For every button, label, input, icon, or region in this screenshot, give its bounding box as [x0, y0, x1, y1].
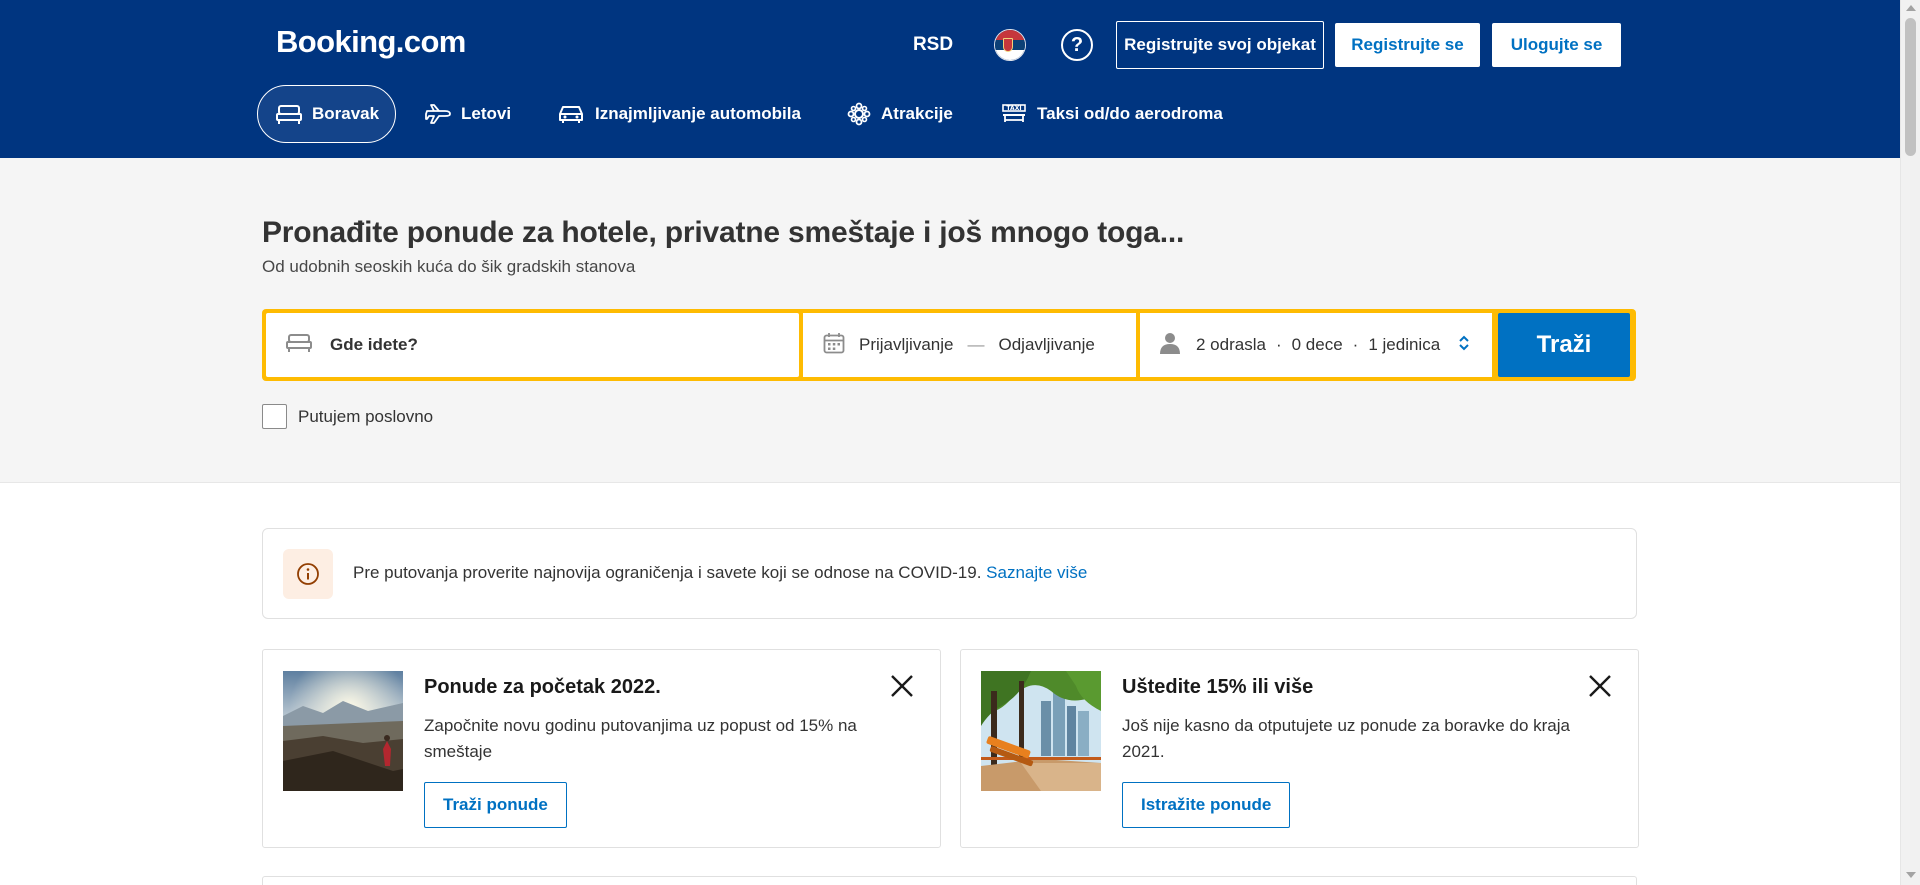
- nav-tab-stays[interactable]: Boravak: [257, 85, 396, 143]
- scroll-up-arrow-icon[interactable]: [1906, 5, 1916, 11]
- page-subtitle: Od udobnih seoskih kuća do šik gradskih …: [262, 257, 636, 276]
- help-button[interactable]: ?: [1052, 20, 1102, 70]
- covid-message: Pre putovanja proverite najnovija ograni…: [353, 563, 1087, 583]
- search-deals-button[interactable]: Traži ponude: [424, 782, 567, 828]
- next-section-card: [262, 876, 1637, 885]
- promo-title: Ponude za početak 2022.: [424, 676, 661, 698]
- page-title: Pronađite ponude za hotele, privatne sme…: [262, 216, 1185, 249]
- bed-icon: [286, 333, 312, 358]
- language-button[interactable]: [985, 20, 1035, 70]
- business-travel-checkbox[interactable]: [262, 404, 287, 429]
- date-separator: —: [967, 335, 985, 354]
- covid-text: Pre putovanja proverite najnovija ograni…: [353, 563, 982, 582]
- business-travel-label: Putujem poslovno: [298, 406, 434, 426]
- plane-icon: [425, 103, 451, 125]
- site-header: Booking.com RSD ? Registrujte svoj objek…: [0, 0, 1900, 158]
- booking-logo[interactable]: Booking.com: [276, 24, 466, 60]
- scroll-down-arrow-icon[interactable]: [1906, 872, 1916, 878]
- checkin-label: Prijavljivanje: [859, 335, 954, 354]
- help-icon: ?: [1061, 29, 1093, 61]
- list-property-button[interactable]: Registrujte svoj objekat: [1116, 21, 1324, 69]
- explore-deals-button[interactable]: Istražite ponude: [1122, 782, 1291, 828]
- nav-tab-label: Iznajmljivanje automobila: [595, 104, 801, 123]
- page-scrollbar[interactable]: [1900, 0, 1920, 885]
- promo-image-park-bench: [981, 671, 1101, 791]
- promo-title: Uštedite 15% ili više: [1122, 676, 1314, 698]
- nav-tab-label: Taksi od/do aerodroma: [1037, 104, 1223, 123]
- promo-card: Uštedite 15% ili više Još nije kasno da …: [960, 649, 1639, 848]
- search-bar: Gde idete? Prijavljivanje — Odjavljivanj…: [262, 309, 1636, 381]
- guests-separator: ·: [1352, 335, 1359, 354]
- checkout-label: Odjavljivanje: [998, 335, 1095, 354]
- taxi-icon: TAXI: [1001, 103, 1027, 125]
- guests-separator: ·: [1275, 335, 1282, 354]
- rooms-count: 1 jedinica: [1368, 335, 1441, 354]
- promo-image-mountain-hiker: [283, 671, 403, 791]
- attractions-icon: [847, 102, 871, 126]
- covid-banner: Pre putovanja proverite najnovija ograni…: [262, 528, 1637, 619]
- chevron-up-down-icon: [1458, 334, 1470, 357]
- serbia-flag-icon: [994, 29, 1026, 61]
- promo-card: Ponude za početak 2022. Započnite novu g…: [262, 649, 941, 848]
- business-travel-toggle[interactable]: Putujem poslovno: [262, 404, 433, 429]
- guests-field[interactable]: 2 odrasla · 0 dece · 1 jedinica: [1140, 313, 1492, 377]
- close-icon[interactable]: [888, 672, 916, 700]
- car-icon: [557, 103, 585, 125]
- children-count: 0 dece: [1291, 335, 1343, 354]
- nav-tab-label: Atrakcije: [881, 104, 953, 123]
- calendar-icon: [823, 332, 845, 359]
- covid-learn-more-link[interactable]: Saznajte više: [986, 563, 1087, 582]
- person-icon: [1160, 332, 1180, 359]
- nav-tab-label: Letovi: [461, 104, 512, 123]
- search-button[interactable]: Traži: [1498, 313, 1630, 377]
- adults-count: 2 odrasla: [1196, 335, 1266, 354]
- info-icon: [283, 549, 333, 599]
- promo-description: Započnite novu godinu putovanjima uz pop…: [424, 716, 857, 761]
- close-icon[interactable]: [1586, 672, 1614, 700]
- destination-field[interactable]: Gde idete?: [266, 313, 799, 377]
- login-button[interactable]: Ulogujte se: [1492, 23, 1621, 67]
- nav-tab-attractions[interactable]: Atrakcije: [829, 85, 971, 143]
- svg-text:TAXI: TAXI: [1006, 105, 1021, 112]
- register-button[interactable]: Registrujte se: [1335, 23, 1480, 67]
- currency-button[interactable]: RSD: [898, 20, 968, 70]
- nav-tab-airport-taxi[interactable]: TAXI Taksi od/do aerodroma: [983, 85, 1241, 143]
- destination-input[interactable]: Gde idete?: [330, 335, 418, 355]
- dates-field[interactable]: Prijavljivanje — Odjavljivanje: [803, 313, 1136, 377]
- scrollbar-thumb[interactable]: [1905, 18, 1916, 156]
- promo-description: Još nije kasno da otputujete uz ponude z…: [1122, 716, 1570, 761]
- nav-tab-car-rental[interactable]: Iznajmljivanje automobila: [539, 85, 819, 143]
- nav-tab-flights[interactable]: Letovi: [407, 85, 529, 143]
- nav-tab-label: Boravak: [312, 104, 380, 123]
- bed-icon: [276, 103, 302, 125]
